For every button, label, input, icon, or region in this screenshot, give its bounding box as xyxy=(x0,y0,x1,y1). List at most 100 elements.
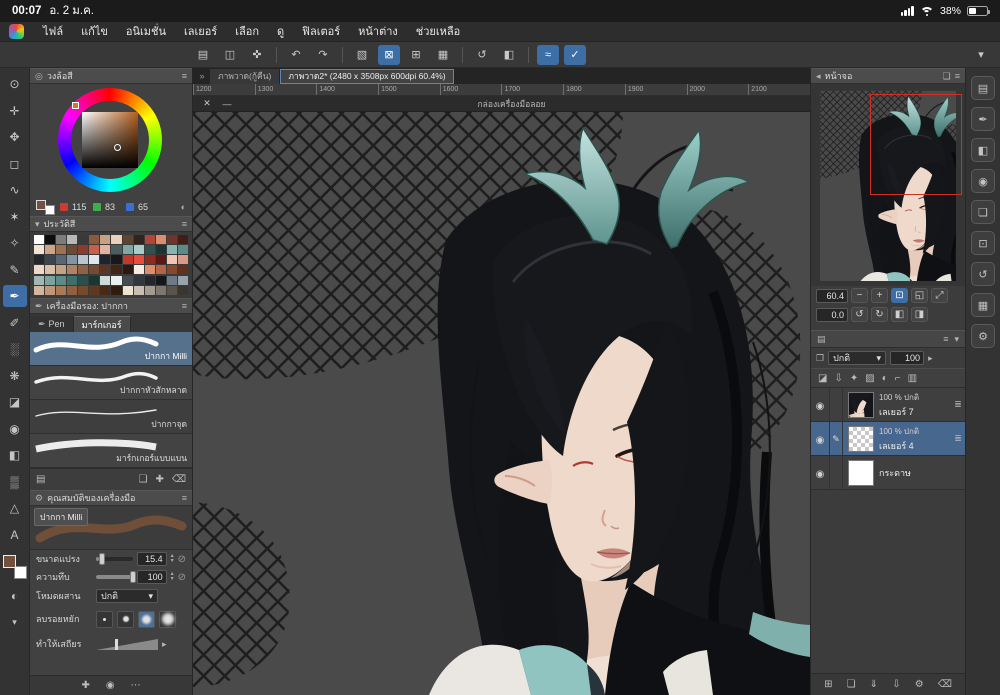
layer-grip-icon[interactable]: ≣ xyxy=(951,433,965,444)
layer-mask-icon[interactable]: ◐ xyxy=(882,373,888,384)
menu-item[interactable]: อนิเมชั่น xyxy=(117,22,175,42)
brush-tool[interactable]: ✐ xyxy=(3,312,27,334)
color-history-swatch[interactable] xyxy=(78,255,89,265)
color-history-swatch[interactable] xyxy=(133,275,144,285)
touch-gesture-icon[interactable]: ✜ xyxy=(246,45,268,65)
layer-visibility-icon[interactable]: ◉ xyxy=(816,435,825,446)
zoom-out-icon[interactable]: − xyxy=(851,288,868,303)
color-history-swatch[interactable] xyxy=(34,275,45,285)
eyedropper-tool[interactable]: ✧ xyxy=(3,232,27,254)
rotation-value[interactable]: 0.0 xyxy=(816,307,848,322)
color-history-swatch[interactable] xyxy=(45,255,56,265)
hue-ring-handle[interactable] xyxy=(72,102,79,109)
selection-tool[interactable]: ◻ xyxy=(3,153,27,175)
menu-item[interactable]: ช่วยเหลือ xyxy=(407,22,469,42)
navigator-collapse-icon[interactable]: ◂ xyxy=(816,71,821,82)
layer-row-paper[interactable]: ◉ กระดาษ ≣ xyxy=(811,456,965,490)
menu-item[interactable]: ไฟล์ xyxy=(34,22,72,42)
navigator-menu-icon[interactable]: ≡ xyxy=(955,71,960,81)
snap-ruler-icon[interactable]: ⊠ xyxy=(378,44,400,65)
undo-icon[interactable]: ↶ xyxy=(285,45,307,65)
menu-item[interactable]: เลเยอร์ xyxy=(175,22,226,42)
pen-tool[interactable]: ✒ xyxy=(2,285,27,307)
antialias-medium-option[interactable] xyxy=(138,610,155,628)
color-history-swatch[interactable] xyxy=(155,285,166,295)
tool-property-menu-icon[interactable]: ≡ xyxy=(182,493,187,503)
tab-pen[interactable]: ✒ Pen xyxy=(30,316,74,332)
subtool-item-dot-pen[interactable]: ปากกาจุด xyxy=(30,400,192,434)
panel-history-icon[interactable]: ↺ xyxy=(971,262,995,286)
snap-grid-icon[interactable]: ▦ xyxy=(432,45,454,65)
color-history-swatch[interactable] xyxy=(100,235,111,244)
menu-item[interactable]: เลือก xyxy=(226,22,268,42)
subtool-item-flat-marker[interactable]: มาร์กเกอร์แบบแบน xyxy=(30,434,192,468)
text-tool[interactable]: A xyxy=(3,524,27,546)
panel-toolbox-icon[interactable]: ▤ xyxy=(971,76,995,100)
color-history-swatch[interactable] xyxy=(111,245,122,255)
color-history-swatch[interactable] xyxy=(67,265,78,275)
color-history-swatch[interactable] xyxy=(45,285,56,295)
rotate-ccw-icon[interactable]: ↺ xyxy=(851,307,868,322)
eraser-tool[interactable]: ◪ xyxy=(3,391,27,413)
menu-item[interactable]: หน้าต่าง xyxy=(349,22,407,42)
color-history-swatch[interactable] xyxy=(177,275,188,285)
layer-visibility-icon[interactable]: ◉ xyxy=(816,469,825,480)
color-history-swatch[interactable] xyxy=(34,265,45,275)
zoom-tool[interactable]: ⊙ xyxy=(3,73,27,95)
opacity-value[interactable]: 100 xyxy=(136,570,167,584)
zoom-in-icon[interactable]: + xyxy=(871,288,888,303)
brush-size-slider[interactable] xyxy=(96,553,133,565)
layer-blend-chip-icon[interactable]: ❐ xyxy=(816,353,824,364)
fit-to-screen-icon[interactable]: ⊡ xyxy=(891,288,908,303)
lock-layer-icon[interactable]: ✦ xyxy=(850,373,858,384)
color-history-swatch[interactable] xyxy=(67,245,78,255)
layer-opacity-value[interactable]: 100 xyxy=(890,351,925,365)
color-history-swatch[interactable] xyxy=(45,275,56,285)
antialias-strong-option[interactable] xyxy=(159,610,176,628)
blend-mode-dropdown[interactable]: ปกติ ▾ xyxy=(96,589,158,603)
brush-size-dynamics-icon[interactable]: ⊘ xyxy=(178,554,186,565)
color-wheel[interactable] xyxy=(30,84,192,198)
stabilization-slider[interactable] xyxy=(96,638,158,650)
color-history-swatch[interactable] xyxy=(122,265,133,275)
gradient-tool[interactable]: ▒ xyxy=(3,471,27,493)
color-mode-toggle-icon[interactable]: ◐ xyxy=(181,202,186,212)
hand-tool[interactable]: ✛ xyxy=(3,100,27,122)
color-history-swatch[interactable] xyxy=(166,265,177,275)
redo-icon[interactable]: ↷ xyxy=(312,45,334,65)
new-folder-icon[interactable]: ❏ xyxy=(847,679,856,690)
color-wheel-menu-icon[interactable]: ≡ xyxy=(182,71,187,81)
color-history-swatch[interactable] xyxy=(122,235,133,244)
color-history-swatch[interactable] xyxy=(177,265,188,275)
transfer-down-icon[interactable]: ⇩ xyxy=(834,373,842,384)
layer-panel-chevron-icon[interactable]: ▾ xyxy=(954,334,959,345)
canvas-artwork[interactable] xyxy=(193,112,810,695)
lasso-tool[interactable]: ∿ xyxy=(3,179,27,201)
color-history-swatch[interactable] xyxy=(34,235,45,244)
delete-subtool-icon[interactable]: ⌫ xyxy=(172,474,186,485)
panel-navigator-icon[interactable]: ⊡ xyxy=(971,231,995,255)
color-history-swatch[interactable] xyxy=(78,285,89,295)
color-history-swatch[interactable] xyxy=(177,235,188,244)
color-history-swatch[interactable] xyxy=(56,265,67,275)
close-icon[interactable]: ✕ xyxy=(201,98,213,109)
color-history-swatch[interactable] xyxy=(133,235,144,244)
color-history-swatch[interactable] xyxy=(155,275,166,285)
color-history-swatch[interactable] xyxy=(100,245,111,255)
layer-thumbnail[interactable] xyxy=(848,425,874,452)
register-color-icon[interactable]: ✚ xyxy=(81,680,89,691)
layer-row-7[interactable]: ◉ 100 % ปกติ เลเยอร์ 7 ≣ xyxy=(811,388,965,422)
color-history-swatch[interactable] xyxy=(166,245,177,255)
color-history-swatch[interactable] xyxy=(67,255,78,265)
navigator-duplicate-icon[interactable]: ❏ xyxy=(943,71,951,82)
color-history-swatch[interactable] xyxy=(100,265,111,275)
zoom-value[interactable]: 60.4 xyxy=(816,288,848,303)
menu-item[interactable]: แก้ไข xyxy=(72,22,117,42)
move-tool[interactable]: ✥ xyxy=(3,126,27,148)
color-history-swatch[interactable] xyxy=(166,255,177,265)
color-history-swatch[interactable] xyxy=(111,255,122,265)
subtool-menu-header-icon[interactable]: ≡ xyxy=(182,301,187,311)
clip-to-layer-icon[interactable]: ◪ xyxy=(818,373,827,384)
flip-horizontal-icon[interactable]: ◧ xyxy=(891,307,908,322)
delete-layer-icon[interactable]: ⌫ xyxy=(938,679,952,690)
